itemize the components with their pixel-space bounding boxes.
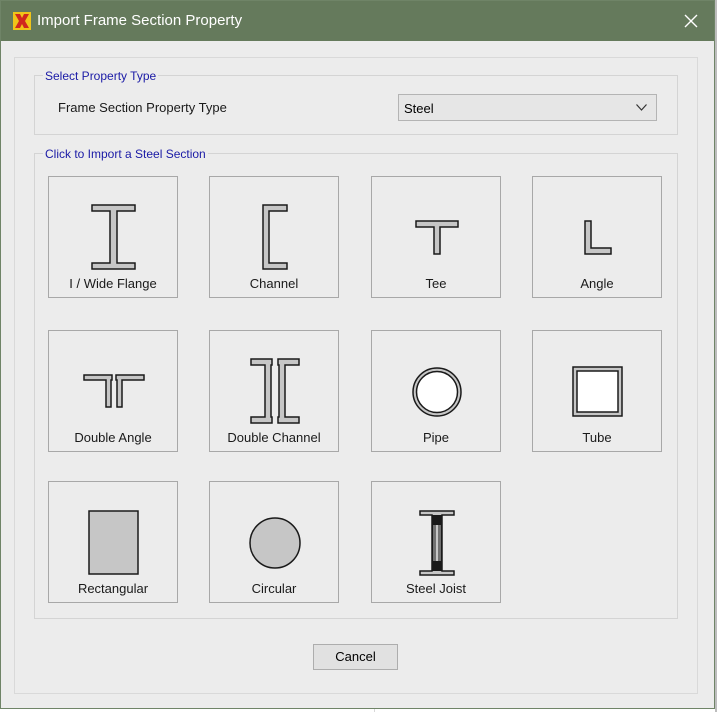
- section-label: Angle: [580, 276, 614, 291]
- import-frame-section-dialog: Import Frame Section Property Select Pro…: [0, 0, 715, 709]
- angle-icon: [584, 220, 612, 255]
- property-type-group-title: Select Property Type: [43, 69, 159, 83]
- app-icon: [13, 12, 31, 30]
- section-label: Channel: [249, 276, 299, 291]
- section-tile-rectangular[interactable]: Rectangular: [48, 481, 178, 603]
- section-tile-channel[interactable]: Channel: [209, 176, 339, 298]
- i-beam-icon: [91, 204, 136, 270]
- section-label: Double Angle: [74, 430, 152, 445]
- title-bar[interactable]: Import Frame Section Property: [1, 1, 714, 41]
- window-title: Import Frame Section Property: [37, 12, 243, 29]
- section-tile-pipe[interactable]: Pipe: [371, 330, 501, 452]
- cancel-button[interactable]: Cancel: [313, 644, 398, 670]
- double-angle-icon: [83, 374, 145, 408]
- double-channel-icon: [250, 358, 300, 424]
- section-tile-steel-joist[interactable]: Steel Joist: [371, 481, 501, 603]
- pipe-icon: [412, 367, 462, 417]
- section-label: Rectangular: [77, 581, 149, 596]
- section-label: Double Channel: [227, 430, 321, 445]
- section-label: Tube: [582, 430, 612, 445]
- section-label: I / Wide Flange: [69, 276, 157, 291]
- section-tile-tee[interactable]: Tee: [371, 176, 501, 298]
- section-tile-angle[interactable]: Angle: [532, 176, 662, 298]
- section-tile-tube[interactable]: Tube: [532, 330, 662, 452]
- steel-section-group-title: Click to Import a Steel Section: [43, 147, 208, 161]
- close-icon: [684, 14, 698, 28]
- section-label: Pipe: [422, 430, 450, 445]
- property-type-select[interactable]: Steel: [398, 94, 657, 121]
- property-type-label: Frame Section Property Type: [58, 100, 227, 115]
- tube-icon: [572, 366, 623, 417]
- property-type-selected: Steel: [404, 101, 434, 116]
- circle-icon: [249, 517, 301, 569]
- rectangle-icon: [88, 510, 139, 575]
- tee-icon: [415, 220, 459, 255]
- section-tile-double-angle[interactable]: Double Angle: [48, 330, 178, 452]
- chevron-down-icon: [636, 104, 647, 111]
- section-tile-double-channel[interactable]: Double Channel: [209, 330, 339, 452]
- section-tile-circular[interactable]: Circular: [209, 481, 339, 603]
- close-button[interactable]: [668, 1, 714, 41]
- steel-joist-icon: [419, 510, 455, 576]
- channel-icon: [262, 204, 288, 270]
- section-tile-i-wide-flange[interactable]: I / Wide Flange: [48, 176, 178, 298]
- section-label: Circular: [251, 581, 297, 596]
- section-label: Tee: [425, 276, 447, 291]
- section-label: Steel Joist: [406, 581, 466, 596]
